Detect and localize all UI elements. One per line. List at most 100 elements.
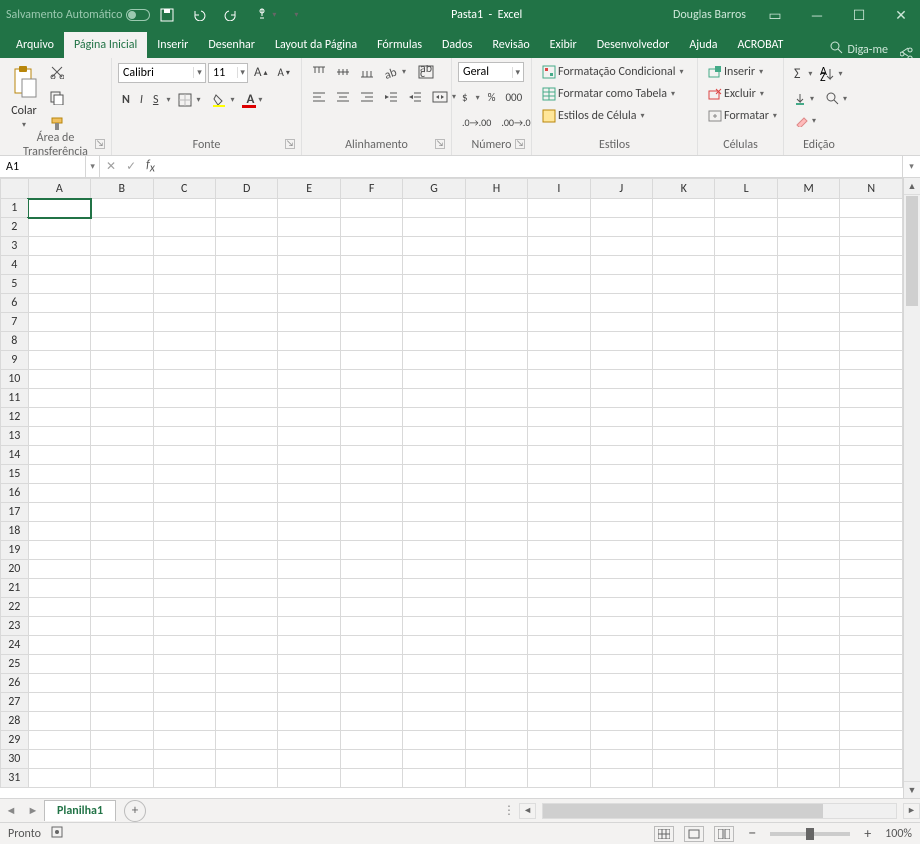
cell[interactable] (590, 408, 652, 427)
cell[interactable] (403, 503, 465, 522)
cell[interactable] (403, 598, 465, 617)
cell[interactable] (715, 351, 777, 370)
cell[interactable] (340, 256, 402, 275)
tab-insert[interactable]: Inserir (147, 32, 198, 58)
cell[interactable] (340, 693, 402, 712)
cell[interactable] (465, 522, 527, 541)
cell[interactable] (215, 560, 277, 579)
cell[interactable] (28, 636, 90, 655)
cell[interactable] (340, 427, 402, 446)
cell[interactable] (840, 503, 903, 522)
cell[interactable] (403, 313, 465, 332)
cell[interactable] (91, 332, 153, 351)
cell[interactable] (91, 750, 153, 769)
cell[interactable] (278, 769, 340, 788)
autosum-icon[interactable]: Σ (790, 62, 804, 85)
cell[interactable] (840, 237, 903, 256)
cell[interactable] (153, 465, 215, 484)
cell[interactable] (91, 389, 153, 408)
cell[interactable] (840, 389, 903, 408)
column-header[interactable]: G (403, 179, 465, 199)
tab-view[interactable]: Exibir (540, 32, 587, 58)
cell[interactable] (777, 598, 840, 617)
cell[interactable] (528, 370, 590, 389)
cell[interactable] (653, 408, 715, 427)
cell[interactable] (28, 389, 90, 408)
cell[interactable] (528, 503, 590, 522)
increase-indent-icon[interactable] (404, 88, 426, 106)
borders-icon[interactable]: ▾ (174, 90, 206, 110)
cell[interactable] (715, 256, 777, 275)
sheet-tab[interactable]: Planilha1 (44, 800, 116, 821)
cell[interactable] (153, 560, 215, 579)
cell[interactable] (215, 750, 277, 769)
cell[interactable] (153, 522, 215, 541)
sort-filter-icon[interactable]: AZ▾ (816, 64, 848, 84)
cell[interactable] (340, 617, 402, 636)
cell[interactable] (403, 446, 465, 465)
row-header[interactable]: 2 (1, 218, 29, 237)
cell[interactable] (715, 731, 777, 750)
cell[interactable] (278, 408, 340, 427)
cell[interactable] (91, 598, 153, 617)
cell[interactable] (528, 617, 590, 636)
cell[interactable] (528, 313, 590, 332)
cell[interactable] (91, 294, 153, 313)
cell[interactable] (840, 370, 903, 389)
cell[interactable] (340, 769, 402, 788)
cell[interactable] (653, 237, 715, 256)
cell[interactable] (777, 351, 840, 370)
cell[interactable] (28, 237, 90, 256)
cell[interactable] (91, 636, 153, 655)
cell[interactable] (777, 617, 840, 636)
column-header[interactable]: C (153, 179, 215, 199)
cell[interactable] (403, 579, 465, 598)
dialog-launcher-icon[interactable]: ↘ (285, 139, 295, 149)
minimize-icon[interactable]: — (804, 7, 830, 24)
row-header[interactable]: 8 (1, 332, 29, 351)
cell[interactable] (278, 598, 340, 617)
cell[interactable] (528, 275, 590, 294)
cell[interactable] (840, 408, 903, 427)
row-header[interactable]: 19 (1, 541, 29, 560)
cell[interactable] (715, 294, 777, 313)
zoom-out-button[interactable]: − (744, 824, 760, 843)
cell[interactable] (91, 275, 153, 294)
cell[interactable] (340, 579, 402, 598)
cell[interactable] (590, 617, 652, 636)
cell[interactable] (590, 313, 652, 332)
cell[interactable] (153, 218, 215, 237)
cell[interactable] (153, 313, 215, 332)
cell[interactable] (715, 465, 777, 484)
cell[interactable] (777, 237, 840, 256)
cell[interactable] (153, 693, 215, 712)
tab-file[interactable]: Arquivo (6, 32, 64, 58)
cell[interactable] (840, 199, 903, 218)
cell[interactable] (465, 541, 527, 560)
orientation-icon[interactable]: ab▾ (380, 62, 412, 82)
cell[interactable] (653, 712, 715, 731)
cell[interactable] (28, 256, 90, 275)
cell[interactable] (28, 579, 90, 598)
cell[interactable] (28, 750, 90, 769)
cell[interactable] (840, 617, 903, 636)
cell[interactable] (590, 750, 652, 769)
page-layout-view-icon[interactable] (684, 826, 704, 842)
cell[interactable] (840, 769, 903, 788)
cell[interactable] (28, 465, 90, 484)
hscroll-left-icon[interactable]: ◄ (519, 803, 536, 819)
cell[interactable] (215, 636, 277, 655)
cell[interactable] (653, 351, 715, 370)
cell[interactable] (153, 617, 215, 636)
cell[interactable] (278, 579, 340, 598)
cell[interactable] (715, 484, 777, 503)
cell[interactable] (777, 370, 840, 389)
dialog-launcher-icon[interactable]: ↘ (515, 139, 525, 149)
cell[interactable] (653, 560, 715, 579)
horizontal-scrollbar[interactable] (542, 803, 897, 819)
delete-cells-button[interactable]: Excluir▾ (704, 84, 770, 104)
cell[interactable] (215, 693, 277, 712)
cell[interactable] (590, 351, 652, 370)
row-header[interactable]: 3 (1, 237, 29, 256)
align-right-icon[interactable] (356, 88, 378, 106)
